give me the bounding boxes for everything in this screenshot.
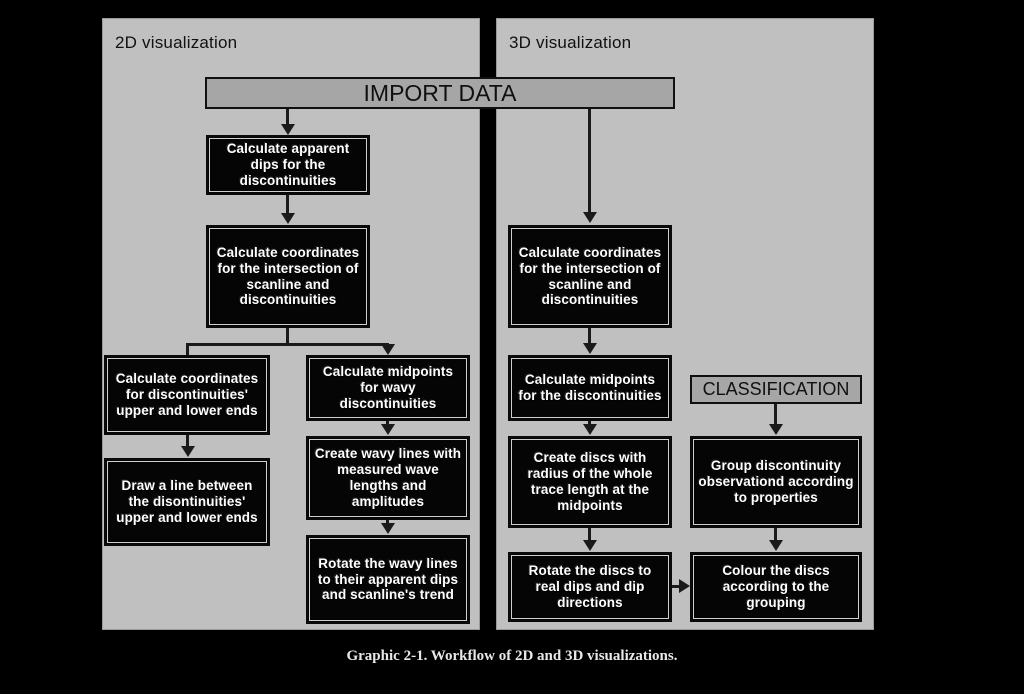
import-data-label: IMPORT DATA xyxy=(363,79,517,106)
node-3d-colour-discs-label: Colour the discs according to the groupi… xyxy=(722,563,830,610)
arrowhead-colour-discs-horizontal xyxy=(679,579,690,593)
connector-apparent-dips-to-intersection xyxy=(286,195,289,213)
diagram-canvas: 2D visualization 3D visualization IMPORT… xyxy=(0,0,1024,694)
classification-label: CLASSIFICATION xyxy=(702,379,850,400)
connector-2d-split-bar xyxy=(186,343,388,346)
node-2d-wavy-midpoints: Calculate midpoints for wavy discontinui… xyxy=(306,355,470,421)
connector-group-to-colour xyxy=(774,528,777,540)
node-3d-group-observations: Group discontinuity observationd accordi… xyxy=(690,436,862,528)
node-3d-midpoints-label: Calculate midpoints for the discontinuit… xyxy=(518,372,662,403)
arrowhead-2d-wavy-lines xyxy=(381,424,395,435)
import-data-node: IMPORT DATA xyxy=(205,77,675,109)
node-2d-ends-coords-label: Calculate coordinates for discontinuitie… xyxy=(115,371,259,418)
node-2d-intersection-coords: Calculate coordinates for the intersecti… xyxy=(206,225,370,328)
classification-node: CLASSIFICATION xyxy=(690,375,862,404)
arrowhead-apparent-dips xyxy=(281,124,295,135)
figure-caption: Graphic 2-1. Workflow of 2D and 3D visua… xyxy=(346,648,678,664)
node-2d-ends-coords: Calculate coordinates for discontinuitie… xyxy=(104,355,270,435)
arrowhead-3d-intersection xyxy=(583,212,597,223)
node-3d-create-discs-label: Create discs with radius of the whole tr… xyxy=(527,450,653,513)
node-2d-draw-line-label: Draw a line between the disontinuities' … xyxy=(116,478,258,525)
connector-classification-to-group xyxy=(774,404,777,425)
node-2d-apparent-dips: Calculate apparent dips for the disconti… xyxy=(206,135,370,195)
arrowhead-2d-intersection xyxy=(281,213,295,224)
arrowhead-colour-discs xyxy=(769,540,783,551)
arrowhead-3d-create-discs xyxy=(583,424,597,435)
connector-3d-discs-to-rotate xyxy=(588,528,591,540)
node-3d-colour-discs: Colour the discs according to the groupi… xyxy=(690,552,862,622)
node-3d-create-discs: Create discs with radius of the whole tr… xyxy=(508,436,672,528)
node-3d-group-observations-label: Group discontinuity observationd accordi… xyxy=(698,458,854,505)
arrowhead-2d-wavy-midpoints xyxy=(381,344,395,355)
node-2d-wavy-lines-label: Create wavy lines with measured wave len… xyxy=(314,446,462,509)
connector-2d-left-entry xyxy=(186,343,189,355)
panel-3d-title: 3D visualization xyxy=(509,33,632,52)
arrowhead-3d-midpoints xyxy=(583,343,597,354)
node-2d-rotate-wavy-lines-label: Rotate the wavy lines to their apparent … xyxy=(317,555,459,603)
connector-3d-intersection-to-midpoints xyxy=(588,328,591,344)
connector-import-to-3d-intersection xyxy=(588,109,591,212)
node-2d-intersection-coords-label: Calculate coordinates for the intersecti… xyxy=(216,244,360,308)
node-3d-intersection-coords: Calculate coordinates for the intersecti… xyxy=(508,225,672,328)
node-3d-rotate-discs-label: Rotate the discs to real dips and dip di… xyxy=(528,563,652,610)
arrowhead-2d-draw-line xyxy=(181,446,195,457)
arrowhead-2d-rotate-wavy xyxy=(381,523,395,534)
arrowhead-3d-rotate-discs xyxy=(583,540,597,551)
node-3d-intersection-coords-label: Calculate coordinates for the intersecti… xyxy=(518,244,662,308)
node-2d-draw-line: Draw a line between the disontinuities' … xyxy=(104,458,270,546)
node-2d-wavy-lines: Create wavy lines with measured wave len… xyxy=(306,436,470,520)
node-2d-wavy-midpoints-label: Calculate midpoints for wavy discontinui… xyxy=(322,364,454,411)
node-3d-midpoints: Calculate midpoints for the discontinuit… xyxy=(508,355,672,421)
node-3d-rotate-discs: Rotate the discs to real dips and dip di… xyxy=(508,552,672,622)
node-2d-rotate-wavy-lines: Rotate the wavy lines to their apparent … xyxy=(306,535,470,624)
panel-2d-title: 2D visualization xyxy=(115,33,238,52)
node-2d-apparent-dips-label: Calculate apparent dips for the disconti… xyxy=(226,141,350,188)
arrowhead-group-observations xyxy=(769,424,783,435)
